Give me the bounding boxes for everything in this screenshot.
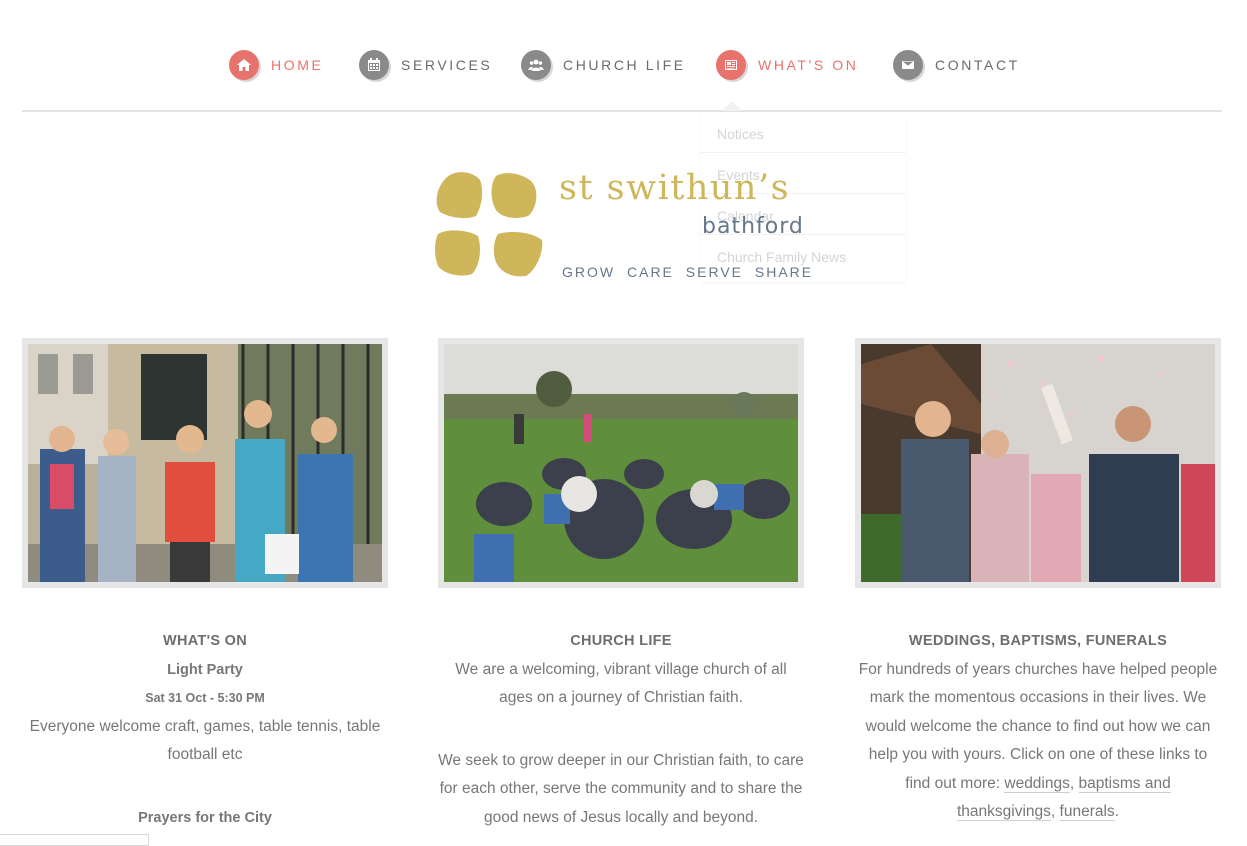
home-icon [229, 50, 259, 80]
envelope-icon [893, 50, 923, 80]
event-description: Everyone welcome craft, games, table ten… [29, 717, 381, 764]
nav-services-label: SERVICES [401, 57, 493, 73]
next-event-title[interactable]: Prayers for the City [22, 804, 388, 833]
nav-home[interactable]: HOME [229, 50, 323, 80]
people-icon [521, 50, 551, 80]
nav-church-life-label: CHURCH LIFE [563, 57, 686, 73]
bottom-left-panel [0, 834, 149, 846]
whats-on-column: WHAT'S ON Light Party Sat 31 Oct - 5:30 … [22, 627, 388, 832]
event-date: Sat 31 Oct - 5:30 PM [145, 691, 265, 705]
weddings-link[interactable]: weddings [1004, 774, 1070, 793]
calendar-icon [359, 50, 389, 80]
church-life-paragraph-2: We seek to grow deeper in our Christian … [438, 751, 804, 826]
paragraph-end: . [1114, 803, 1119, 820]
logo-name[interactable]: st swithun’s [559, 168, 790, 208]
outdoor-service-image [444, 344, 798, 582]
wedding-confetti-image [861, 344, 1215, 582]
weddings-text: For hundreds of years churches have help… [858, 660, 1218, 792]
nav-home-label: HOME [271, 57, 324, 73]
weddings-photo[interactable] [855, 338, 1221, 588]
nav-contact-label: CONTACT [935, 57, 1020, 73]
weddings-paragraph: For hundreds of years churches have help… [855, 656, 1221, 827]
whats-on-photo[interactable] [22, 338, 388, 588]
logo-place: bathford [702, 214, 804, 239]
nav-whats-on-label: WHAT'S ON [758, 57, 859, 73]
nav-services[interactable]: SERVICES [359, 50, 492, 80]
church-life-photo[interactable] [438, 338, 804, 588]
newspaper-icon [716, 50, 746, 80]
funerals-link[interactable]: funerals [1059, 803, 1115, 821]
cross-logo-icon[interactable] [432, 170, 547, 280]
church-life-paragraph-1: We are a welcoming, vibrant village chur… [455, 660, 787, 707]
family-at-museum-image [28, 344, 382, 582]
logo-tagline: GROW CARE SERVE SHARE [562, 264, 814, 280]
link-separator: , [1050, 803, 1056, 820]
nav-contact[interactable]: CONTACT [893, 50, 1020, 80]
event-title[interactable]: Light Party [22, 656, 388, 685]
weddings-heading[interactable]: WEDDINGS, BAPTISMS, FUNERALS [855, 627, 1221, 656]
nav-church-life[interactable]: CHURCH LIFE [521, 50, 686, 80]
whats-on-heading[interactable]: WHAT'S ON [22, 627, 388, 656]
church-life-column: CHURCH LIFE We are a welcoming, vibrant … [438, 627, 804, 832]
main-navigation: HOME SERVICES CHURCH LIFE WHAT'S ON CONT… [22, 0, 1222, 112]
dropdown-caret [722, 101, 742, 111]
church-life-heading[interactable]: CHURCH LIFE [438, 627, 804, 656]
weddings-column: WEDDINGS, BAPTISMS, FUNERALS For hundred… [855, 627, 1221, 827]
dropdown-item-notices[interactable]: Notices [700, 112, 906, 153]
nav-whats-on[interactable]: WHAT'S ON [716, 50, 858, 80]
link-separator: , [1069, 774, 1075, 792]
